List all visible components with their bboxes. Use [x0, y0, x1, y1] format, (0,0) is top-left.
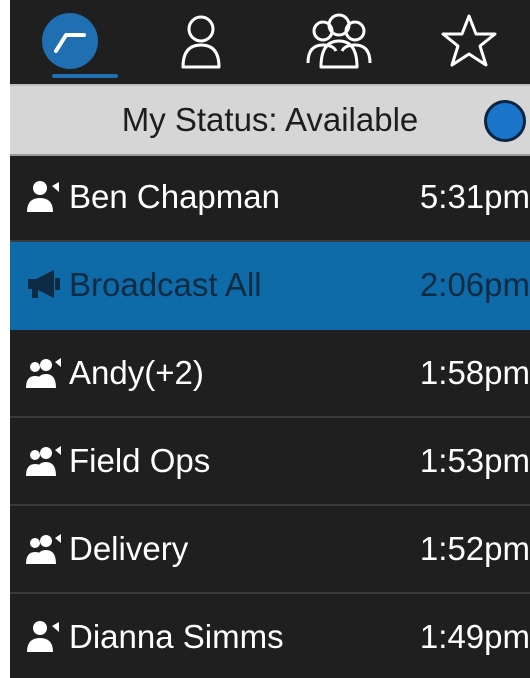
group-talk-icon [26, 534, 61, 564]
group-talk-icon [26, 358, 61, 388]
conversation-name: Delivery [69, 530, 189, 567]
status-indicator-icon [484, 100, 526, 142]
list-item[interactable]: Andy(+2) 1:58pm [10, 330, 530, 418]
active-tab-indicator [52, 74, 118, 78]
status-label: My Status: Available [121, 101, 419, 138]
conversation-time: 5:31pm [419, 178, 530, 215]
star-icon [441, 14, 497, 67]
groups-icon [306, 13, 372, 69]
tab-favorites[interactable] [424, 0, 514, 82]
group-talk-icon [26, 446, 61, 476]
conversation-time: 1:52pm [419, 530, 530, 567]
list-item[interactable]: Ben Chapman 5:31pm [10, 154, 530, 242]
conversation-name: Dianna Simms [69, 618, 284, 655]
my-status-bar[interactable]: My Status: Available [10, 84, 530, 156]
person-talk-icon [27, 621, 59, 652]
app-frame: My Status: Available Ben Chapman 5:31pm … [10, 0, 530, 678]
list-item[interactable]: Field Ops 1:53pm [10, 418, 530, 506]
conversation-time: 1:53pm [419, 442, 530, 479]
conversation-time: 1:49pm [419, 618, 530, 655]
conversation-name: Broadcast All [69, 266, 262, 303]
single-contact-icon [181, 15, 221, 69]
conversation-list: Ben Chapman 5:31pm Broadcast All 2:06pm … [10, 154, 530, 678]
list-item[interactable]: Delivery 1:52pm [10, 506, 530, 594]
tab-groups[interactable] [294, 0, 384, 82]
list-item[interactable]: Dianna Simms 1:49pm [10, 594, 530, 678]
list-item-selected[interactable]: Broadcast All 2:06pm [10, 242, 530, 330]
tab-recents[interactable] [25, 0, 118, 82]
conversation-time: 2:06pm [419, 266, 530, 303]
conversation-name: Ben Chapman [69, 178, 280, 215]
conversation-name: Field Ops [69, 442, 211, 479]
conversation-time: 1:58pm [419, 354, 530, 391]
person-talk-icon [27, 181, 59, 212]
conversation-name: Andy(+2) [69, 354, 204, 391]
megaphone-icon [28, 270, 60, 298]
tab-bar [10, 0, 530, 82]
tab-contact[interactable] [156, 0, 246, 82]
recent-calls-icon [42, 13, 98, 69]
